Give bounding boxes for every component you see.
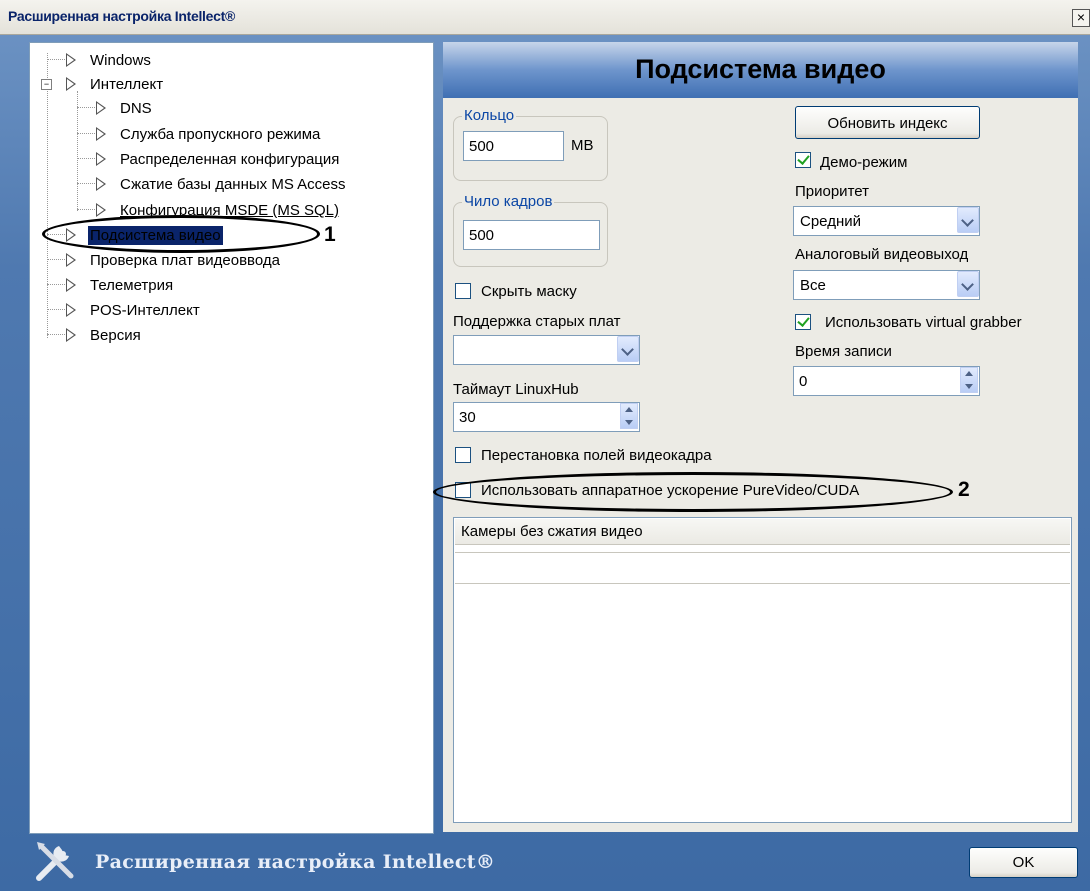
tree-connector xyxy=(77,91,78,211)
ring-group: Кольцо 500 MB xyxy=(453,107,608,181)
tree-item-label: Сжатие базы данных MS Access xyxy=(120,176,346,193)
analog-out-select[interactable]: Все xyxy=(793,270,980,300)
priority-label: Приоритет xyxy=(795,183,869,200)
tree-connector xyxy=(47,59,65,60)
settings-window: Расширенная настройка Intellect® × Windo… xyxy=(0,0,1090,891)
tree-connector xyxy=(47,259,65,260)
priority-select[interactable]: Средний xyxy=(793,206,980,236)
triangle-icon xyxy=(66,53,76,67)
triangle-icon xyxy=(66,77,76,91)
tree-connector xyxy=(47,334,65,335)
tree-item-label: Windows xyxy=(90,52,151,69)
frames-input[interactable]: 500 xyxy=(463,220,600,250)
tree-item-label: DNS xyxy=(120,100,152,117)
field-swap-checkbox[interactable] xyxy=(455,447,471,463)
tree-item-label: POS-Интеллект xyxy=(90,302,200,319)
unit-label: MB xyxy=(571,137,594,154)
triangle-icon xyxy=(66,328,76,342)
tree-connector xyxy=(77,209,95,210)
tree-item-label: Проверка плат видеоввода xyxy=(90,252,280,269)
tools-icon xyxy=(36,842,74,881)
callout-number: 1 xyxy=(324,223,336,246)
spinner-icon[interactable] xyxy=(960,367,978,393)
footer-app-name: Расширенная настройка Intellect® xyxy=(95,851,496,873)
panel-title: Подсистема видео xyxy=(635,54,886,84)
tree-connector xyxy=(47,309,65,310)
settings-tree: Windows − Интеллект DNS Служба пропускно… xyxy=(29,42,434,834)
tree-connector xyxy=(47,284,65,285)
tree-connector xyxy=(77,158,95,159)
tree-item-label: Служба пропускного режима xyxy=(120,126,321,143)
hide-mask-checkbox[interactable] xyxy=(455,283,471,299)
triangle-icon xyxy=(66,253,76,267)
window-title: Расширенная настройка Intellect® xyxy=(8,8,235,24)
ok-button[interactable]: OK xyxy=(969,847,1078,878)
refresh-index-button[interactable]: Обновить индекс xyxy=(795,106,980,139)
linuxhub-label: Таймаут LinuxHub xyxy=(453,381,579,398)
triangle-icon xyxy=(96,127,106,141)
spinner-icon[interactable] xyxy=(620,403,638,429)
chevron-down-icon[interactable] xyxy=(957,271,979,297)
triangle-icon xyxy=(96,177,106,191)
highlight-ellipse xyxy=(433,472,953,512)
triangle-icon xyxy=(96,203,106,217)
old-boards-label: Поддержка старых плат xyxy=(453,313,621,330)
callout-number: 2 xyxy=(958,478,970,501)
cameras-list[interactable]: Камеры без сжатия видео xyxy=(453,517,1072,823)
hide-mask-label: Скрыть маску xyxy=(481,283,577,300)
demo-mode-checkbox[interactable] xyxy=(795,152,811,168)
panel-header: Подсистема видео xyxy=(443,42,1078,98)
field-swap-label: Перестановка полей видеокадра xyxy=(481,447,712,464)
collapse-icon[interactable]: − xyxy=(41,79,52,90)
tree-connector xyxy=(77,133,95,134)
highlight-ellipse xyxy=(42,215,320,253)
group-label: Кольцо xyxy=(462,107,517,124)
tree-connector xyxy=(77,183,95,184)
close-icon[interactable]: × xyxy=(1072,9,1090,27)
tree-item-label: Версия xyxy=(90,327,141,344)
linuxhub-timeout-input[interactable]: 30 xyxy=(453,402,640,432)
ring-size-input[interactable]: 500 xyxy=(463,131,564,161)
triangle-icon xyxy=(66,278,76,292)
chevron-down-icon[interactable] xyxy=(617,336,639,362)
triangle-icon xyxy=(66,303,76,317)
virtual-grabber-label: Использовать virtual grabber xyxy=(825,314,1022,331)
tree-item-label: Интеллект xyxy=(90,76,164,93)
demo-mode-label: Демо-режим xyxy=(820,154,908,171)
tree-item-label: Распределенная конфигурация xyxy=(120,151,340,168)
list-item[interactable] xyxy=(455,552,1070,584)
record-time-label: Время записи xyxy=(795,343,892,360)
old-boards-select[interactable] xyxy=(453,335,640,365)
title-bar: Расширенная настройка Intellect® × xyxy=(0,0,1090,35)
tree-connector xyxy=(77,107,95,108)
tree-connector xyxy=(47,53,48,338)
triangle-icon xyxy=(96,101,106,115)
frames-group: Чило кадров 500 xyxy=(453,193,608,267)
virtual-grabber-checkbox[interactable] xyxy=(795,314,811,330)
settings-panel: Подсистема видео Кольцо 500 MB Чило кадр… xyxy=(443,42,1078,832)
analog-out-label: Аналоговый видеовыход xyxy=(795,246,969,263)
tree-item-label: Телеметрия xyxy=(90,277,174,294)
chevron-down-icon[interactable] xyxy=(957,207,979,233)
list-header[interactable]: Камеры без сжатия видео xyxy=(455,519,1070,545)
triangle-icon xyxy=(96,152,106,166)
group-label: Чило кадров xyxy=(462,193,555,210)
record-time-input[interactable]: 0 xyxy=(793,366,980,396)
